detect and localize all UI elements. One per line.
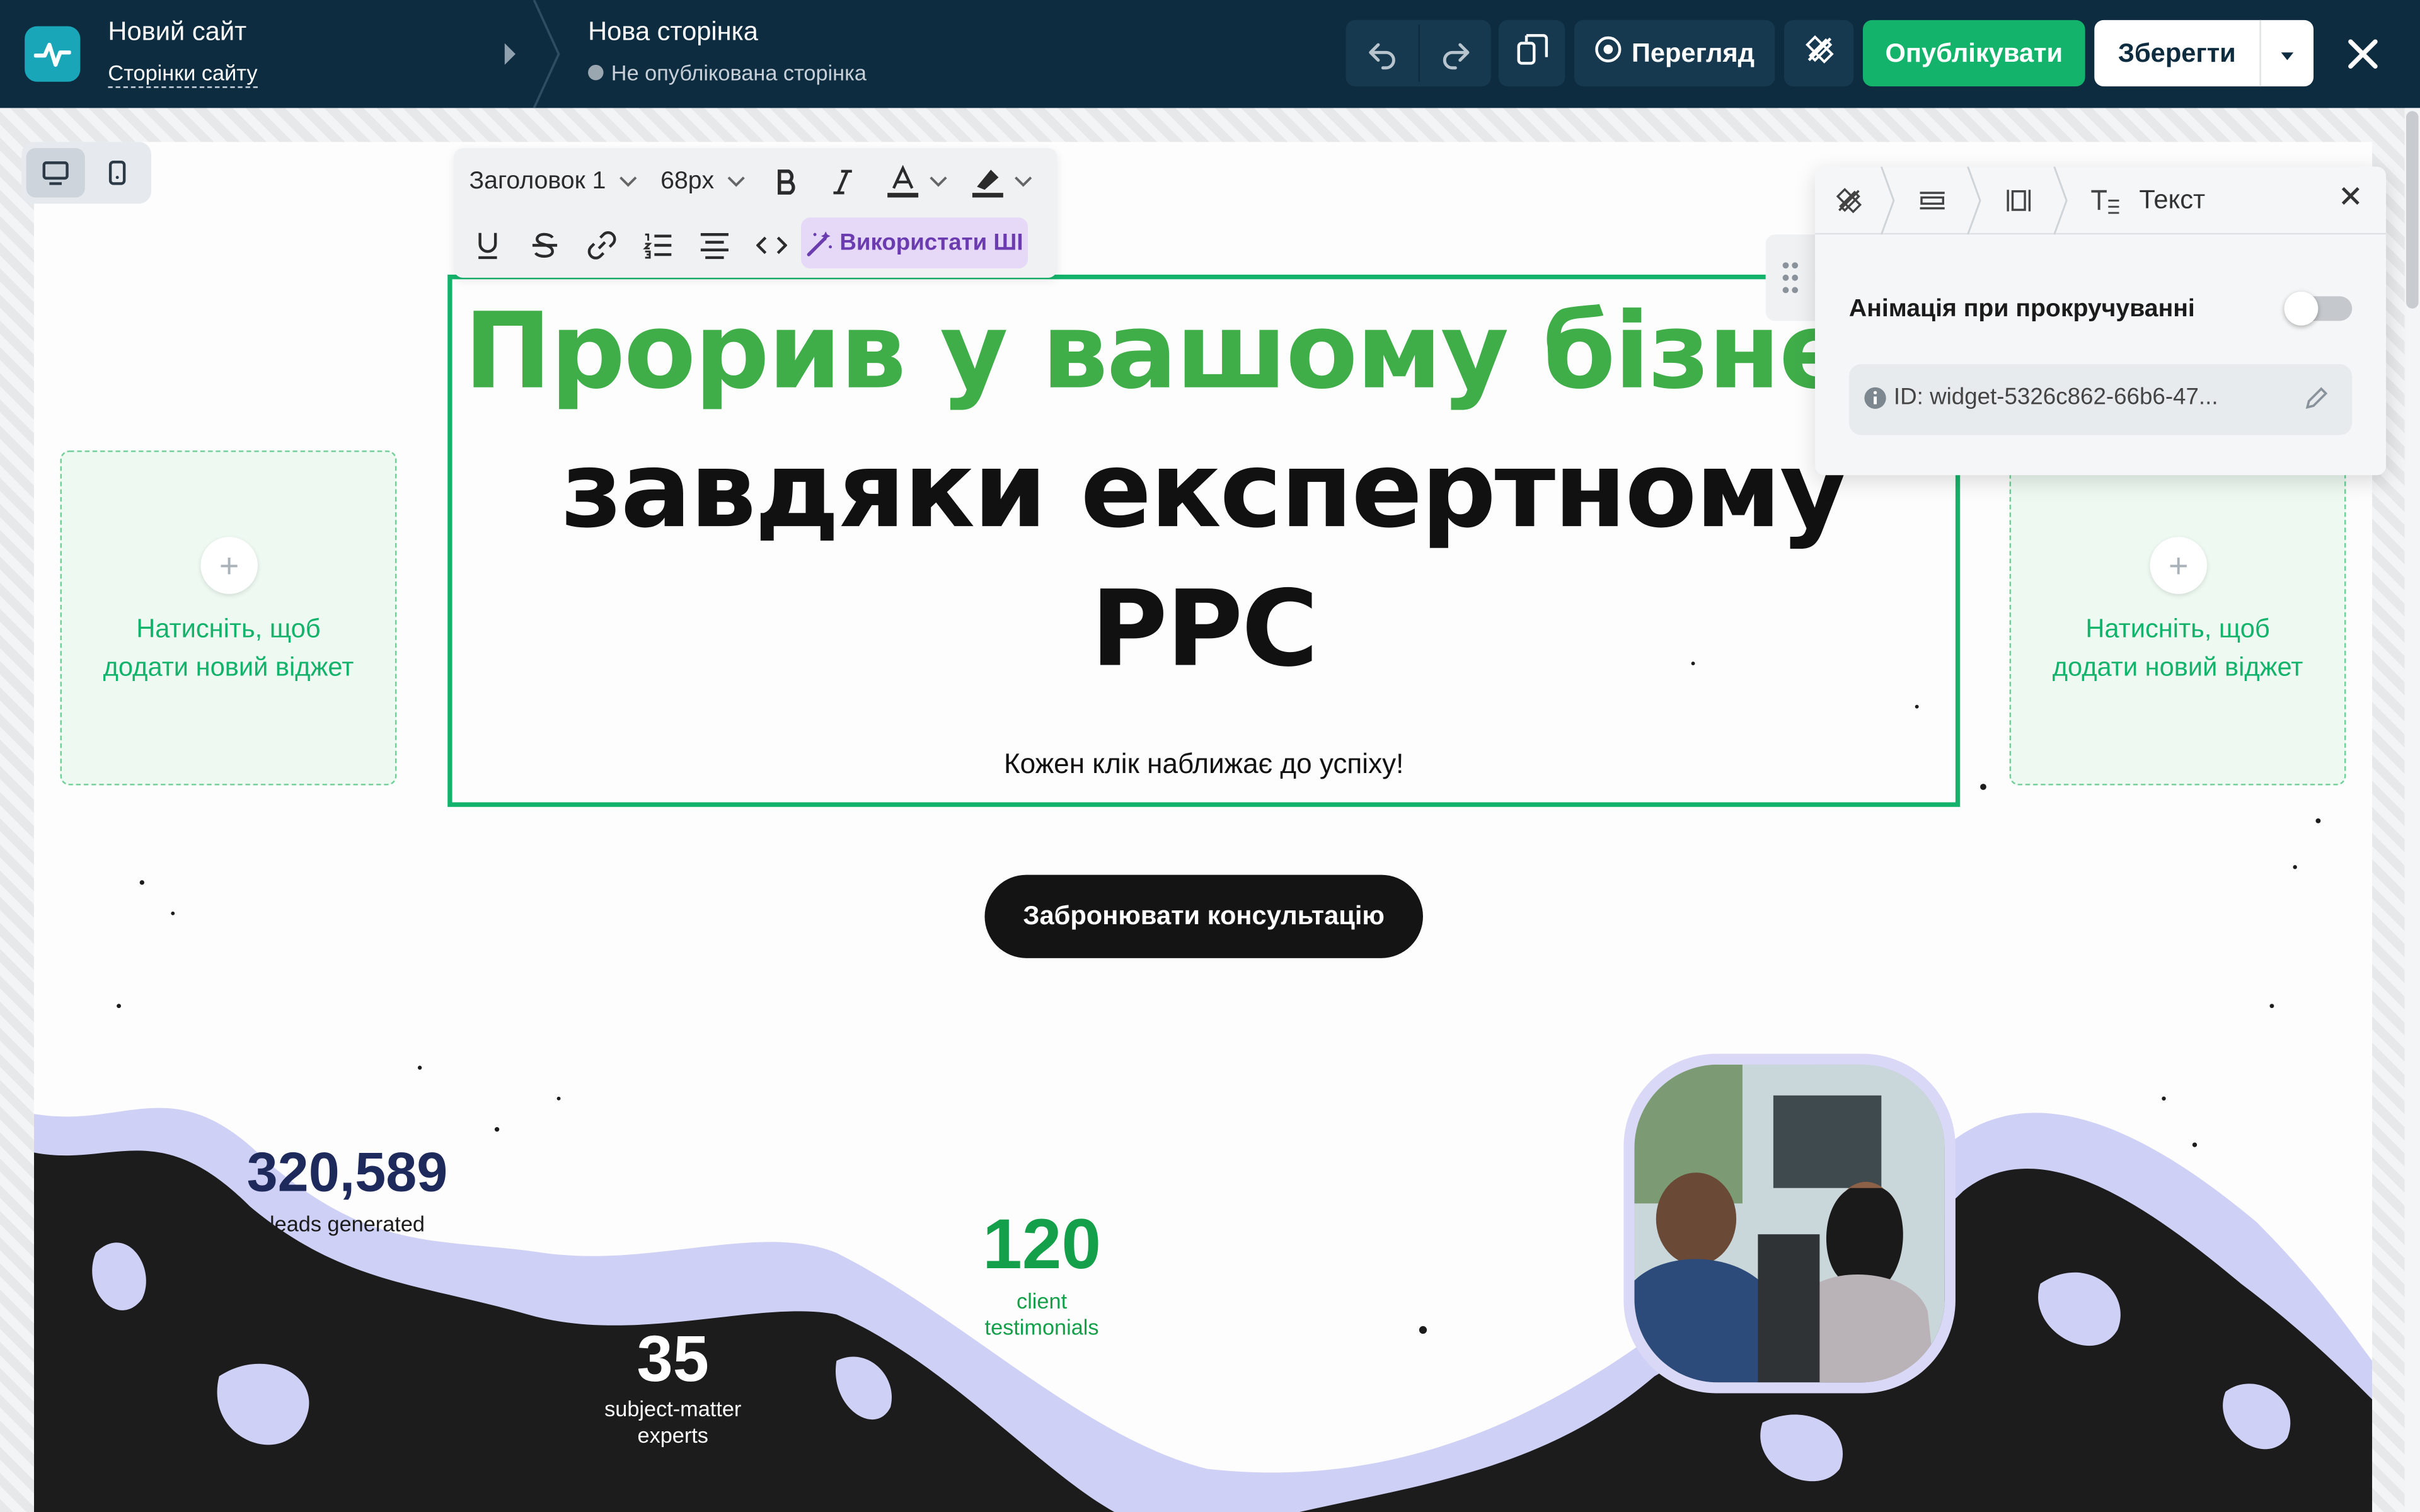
breadcrumb-arrow-icon[interactable] xyxy=(500,40,518,76)
pencil-icon[interactable] xyxy=(2303,384,2331,420)
undo-redo-divider xyxy=(1418,25,1420,82)
code-icon[interactable] xyxy=(753,224,790,267)
section-icon[interactable] xyxy=(1917,186,1948,222)
hero-heading-line3: PPC xyxy=(1090,569,1318,692)
site-title: Новий сайт xyxy=(108,16,247,47)
canvas-scrollbar-thumb[interactable] xyxy=(2406,111,2419,309)
text-color-icon[interactable] xyxy=(878,161,955,204)
use-ai-label: Використати ШІ xyxy=(839,229,1023,256)
heading-style-value: Заголовок 1 xyxy=(469,168,606,195)
redo-icon[interactable] xyxy=(1438,37,1472,79)
widget-id-text: ID: widget-5326c862-66b6-47... xyxy=(1893,384,2218,411)
add-widget-left[interactable]: + Натисніть, щоб додати новий віджет xyxy=(60,450,397,786)
highlight-icon[interactable] xyxy=(963,161,1040,204)
chevron-down-icon xyxy=(727,176,745,187)
info-icon xyxy=(1863,386,1887,418)
team-photo-image xyxy=(1634,1064,1945,1383)
stat-leads-label: leads generated xyxy=(270,1210,425,1235)
link-icon[interactable] xyxy=(584,224,621,267)
align-center-icon[interactable] xyxy=(696,224,733,267)
stat-leads-value: 320,589 xyxy=(246,1139,448,1203)
drag-handle-icon[interactable] xyxy=(1765,234,1816,321)
add-icon[interactable]: + xyxy=(200,537,258,594)
properties-breadcrumb: Текст xyxy=(1815,166,2387,235)
strikethrough-icon[interactable] xyxy=(526,224,563,267)
page-title: Нова сторінка xyxy=(588,16,758,47)
logo-icon[interactable] xyxy=(25,26,81,82)
page-status: Не опублікована сторінка xyxy=(588,60,867,85)
close-icon[interactable] xyxy=(2340,185,2361,215)
stat-experts: 35 subject-matter experts xyxy=(568,1281,778,1491)
top-bar: Новий сайт Сторінки сайту Нова сторінка … xyxy=(0,0,2420,108)
chevron-down-icon xyxy=(619,176,637,187)
font-size-value: 68px xyxy=(660,168,715,195)
eye-icon xyxy=(1594,35,1622,71)
breadcrumb-separator xyxy=(1967,166,1981,235)
layers-button[interactable] xyxy=(1498,20,1565,87)
ordered-list-icon[interactable] xyxy=(639,224,676,267)
magic-wand-icon xyxy=(807,231,833,256)
stat-experts-label: subject-matter experts xyxy=(604,1396,742,1448)
scroll-animation-label: Анімація при прокручуванні xyxy=(1848,296,2195,323)
close-icon[interactable] xyxy=(2343,34,2383,74)
breadcrumb-separator xyxy=(1880,166,1895,235)
chevron-down-icon xyxy=(2279,38,2295,69)
stat-leads: 320,589 leads generated xyxy=(212,1052,483,1324)
add-widget-right-text: Натисніть, щоб додати новий віджет xyxy=(2052,614,2303,682)
save-button-group: Зберегти xyxy=(2094,20,2314,87)
bold-icon[interactable] xyxy=(769,161,806,204)
add-widget-left-text: Натисніть, щоб додати новий віджет xyxy=(103,614,354,682)
publish-button[interactable]: Опублікувати xyxy=(1862,20,2085,87)
desktop-icon[interactable] xyxy=(26,148,85,198)
save-dropdown-button[interactable] xyxy=(2259,20,2313,87)
stat-testimonials-value: 120 xyxy=(982,1203,1102,1284)
underline-icon[interactable] xyxy=(469,224,506,267)
scroll-animation-toggle[interactable] xyxy=(2284,291,2353,326)
text-widget-icon xyxy=(2090,186,2121,222)
add-icon[interactable]: + xyxy=(2150,537,2208,594)
design-tools-icon[interactable] xyxy=(1833,185,1864,224)
widget-properties-panel: Текст Анімація при прокручуванні ID: wid… xyxy=(1815,166,2387,476)
status-dot xyxy=(588,64,604,81)
widget-type-label: Текст xyxy=(2139,185,2206,215)
stat-testimonials-label: client testimonials xyxy=(984,1288,1099,1339)
undo-icon[interactable] xyxy=(1366,37,1400,79)
heading-style-select[interactable]: Заголовок 1 xyxy=(469,161,637,204)
design-tools-icon xyxy=(1802,32,1836,74)
hero-subline[interactable]: Кожен клік наближає до успіху! xyxy=(447,748,1960,781)
page-status-text: Не опублікована сторінка xyxy=(611,60,867,85)
text-format-toolbar: Заголовок 1 68px Використати ШІ xyxy=(454,148,1057,278)
toggle-knob xyxy=(2284,291,2319,326)
design-tools-button[interactable] xyxy=(1784,20,1854,87)
save-button[interactable]: Зберегти xyxy=(2094,20,2259,86)
preview-label: Перегляд xyxy=(1631,38,1755,67)
stat-testimonials: 120 client testimonials xyxy=(908,1137,1176,1406)
team-photo xyxy=(1623,1053,1956,1394)
add-widget-right[interactable]: + Натисніть, щоб додати новий віджет xyxy=(2009,450,2346,786)
stat-experts-value: 35 xyxy=(637,1322,709,1395)
column-icon[interactable] xyxy=(2003,186,2034,222)
canvas-scrollbar[interactable] xyxy=(2404,108,2420,1512)
widget-id-field: ID: widget-5326c862-66b6-47... xyxy=(1848,364,2353,435)
hero-heading-line2: завдяки експертному xyxy=(561,430,1848,553)
book-consultation-button[interactable]: Забронювати консультацію xyxy=(984,874,1423,958)
italic-icon[interactable] xyxy=(824,161,861,204)
use-ai-button[interactable]: Використати ШІ xyxy=(801,217,1028,269)
breadcrumb-divider xyxy=(533,0,560,108)
mobile-icon[interactable] xyxy=(88,148,147,197)
font-size-select[interactable]: 68px xyxy=(660,161,745,204)
preview-button[interactable]: Перегляд xyxy=(1574,20,1775,87)
site-pages-link[interactable]: Сторінки сайту xyxy=(108,60,258,88)
breadcrumb-separator xyxy=(2053,166,2068,235)
hero-heading[interactable]: Прорив у вашому бізнесі завдяки експертн… xyxy=(447,284,1960,701)
hero-heading-line1: Прорив у вашому бізнесі xyxy=(464,291,1945,414)
layers-icon xyxy=(1513,31,1550,76)
device-toggle xyxy=(21,142,152,204)
